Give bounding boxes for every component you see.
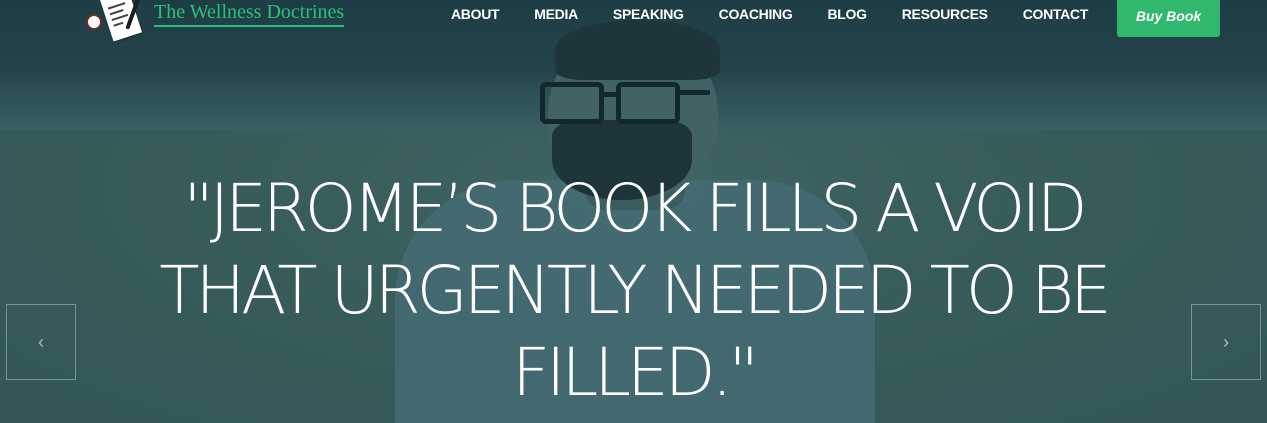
notepad-coffee-pen-logo-icon (84, 0, 152, 45)
chevron-left-icon: ‹ (38, 331, 44, 352)
hero-quote-line: THAT URGENTLY NEEDED TO BE (159, 252, 1112, 329)
site-title: The Wellness Doctrines (154, 0, 345, 27)
nav-about[interactable]: ABOUT (451, 0, 500, 30)
nav-resources[interactable]: RESOURCES (902, 0, 988, 30)
slider-prev-button[interactable]: ‹ (6, 304, 76, 380)
chevron-right-icon: › (1223, 331, 1229, 352)
slider-next-button[interactable]: › (1191, 304, 1261, 380)
nav-coaching[interactable]: COACHING (719, 0, 793, 30)
nav-contact[interactable]: CONTACT (1023, 0, 1089, 30)
hero-quote: "JEROME’S BOOK FILLS A VOID THAT URGENTL… (80, 168, 1187, 414)
site-logo[interactable]: The Wellness Doctrines (84, 0, 345, 45)
hero-quote-line: FILLED." (512, 334, 759, 411)
nav-speaking[interactable]: SPEAKING (613, 0, 684, 30)
main-nav: ABOUT MEDIA SPEAKING COACHING BLOG RESOU… (436, 0, 1088, 30)
nav-blog[interactable]: BLOG (827, 0, 867, 30)
nav-media[interactable]: MEDIA (534, 0, 578, 30)
buy-book-button[interactable]: Buy Book (1117, 0, 1220, 37)
hero-quote-line: "JEROME’S BOOK FILLS A VOID (183, 170, 1087, 247)
